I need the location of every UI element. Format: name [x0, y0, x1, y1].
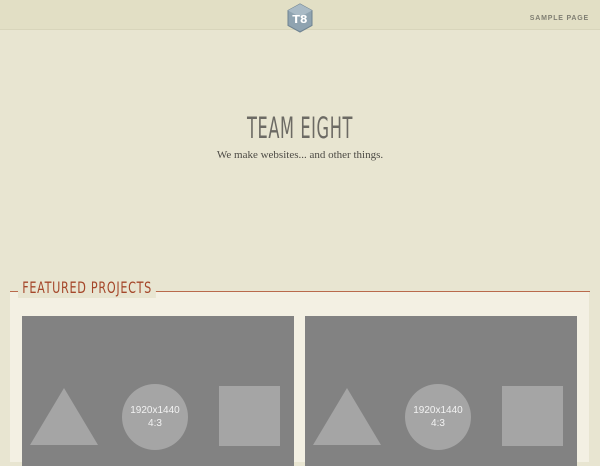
circle-placeholder-icon: 1920x1440 4:3	[122, 384, 188, 450]
square-placeholder-icon	[502, 386, 563, 446]
square-placeholder-icon	[219, 386, 280, 446]
project-card-2[interactable]: 1920x1440 4:3	[305, 316, 577, 466]
site-title: TEAM EIGHT	[246, 111, 354, 145]
top-bar: T8 SAMPLE PAGE	[0, 0, 600, 33]
triangle-placeholder-icon	[30, 388, 98, 445]
circle-placeholder-icon: 1920x1440 4:3	[405, 384, 471, 450]
placeholder-ratio: 4:3	[431, 418, 445, 429]
hero: TEAM EIGHT We make websites... and other…	[0, 110, 600, 161]
project-card-1[interactable]: 1920x1440 4:3	[22, 316, 294, 466]
triangle-placeholder-icon	[313, 388, 381, 445]
site-tagline: We make websites... and other things.	[216, 149, 384, 161]
placeholder-size: 1920x1440	[413, 405, 463, 416]
placeholder-size: 1920x1440	[130, 405, 180, 416]
svg-text:T8: T8	[292, 13, 307, 26]
featured-projects-heading: FEATURED PROJECTS	[18, 278, 157, 298]
placeholder-ratio: 4:3	[148, 418, 162, 429]
nav-link-sample-page[interactable]: SAMPLE PAGE	[530, 15, 589, 22]
team-eight-logo-icon[interactable]: T8	[287, 3, 313, 33]
